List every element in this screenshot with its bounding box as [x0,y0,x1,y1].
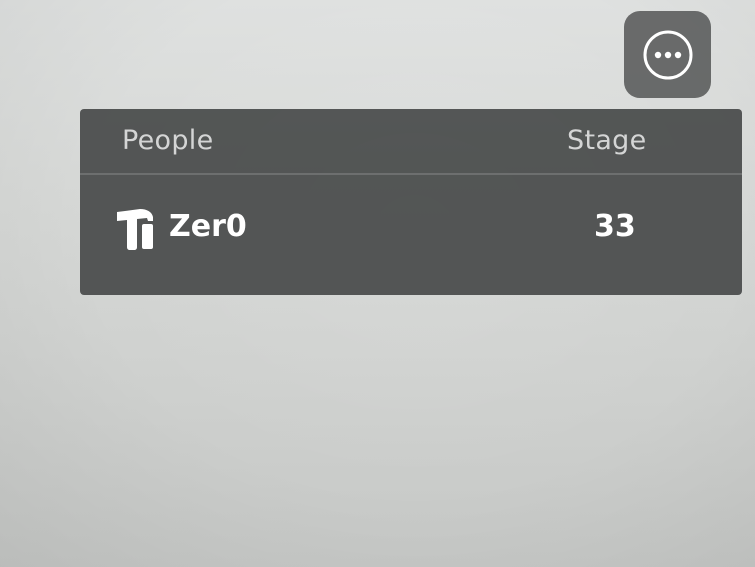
leaderboard-row[interactable]: Zer0 33 [80,175,742,285]
leaderboard-header: People Stage [80,109,742,175]
more-options-button[interactable] [624,11,711,98]
player-name: Zer0 [169,209,247,244]
column-header-stage: Stage [567,125,647,156]
player-stage-value: 33 [594,209,636,244]
column-header-people: People [122,125,214,156]
more-options-icon [643,30,692,79]
hammer-icon [117,209,153,250]
leaderboard-panel: People Stage Zer0 33 [80,109,742,295]
